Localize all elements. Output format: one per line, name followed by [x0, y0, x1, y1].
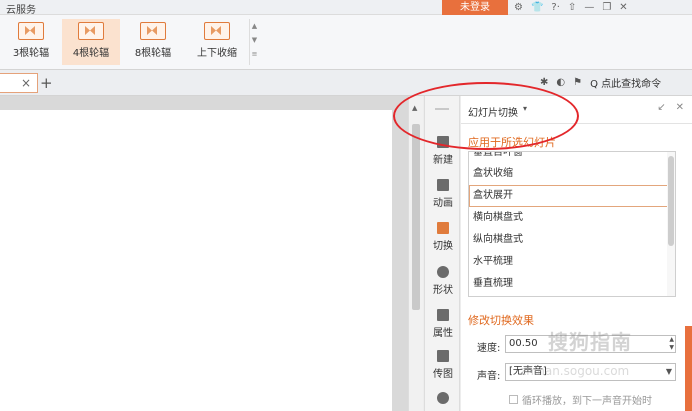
sidebar-item-label: 新建	[433, 155, 453, 166]
help-icon[interactable]: ?·	[551, 2, 560, 13]
window-controls: ⚙ 👕 ?· ⇧ — ❐ ✕	[514, 0, 628, 15]
shirt-icon[interactable]: 👕	[531, 2, 543, 13]
ribbon-gallery-scroll[interactable]: ▲ ▼ ≡	[249, 19, 259, 65]
document-tab[interactable]: ×	[0, 73, 38, 93]
sidebar-item-property[interactable]: 属性	[425, 305, 461, 347]
pane-expand-icon[interactable]: ↙	[657, 102, 665, 113]
scroll-up-icon[interactable]: ▲	[412, 104, 417, 112]
scrollbar-thumb[interactable]	[412, 124, 420, 310]
side-tab-handle[interactable]	[685, 326, 692, 411]
sidebar-item-transition[interactable]: 切换	[425, 218, 461, 260]
vertical-scrollbar[interactable]: ▲	[408, 96, 423, 411]
task-pane-sidebar: 新建 动画 切换 形状 属性 传图	[424, 96, 460, 411]
list-scrollbar[interactable]	[667, 152, 675, 296]
ribbon-item-label: 上下收缩	[197, 48, 237, 59]
list-item[interactable]: 垂直梳理	[469, 273, 675, 295]
sidebar-collapse-handle[interactable]	[435, 108, 449, 110]
watermark: 搜狗指南	[548, 330, 632, 354]
cloud-service-menu[interactable]: 云服务	[6, 1, 36, 16]
list-item[interactable]: 纵向棋盘式	[469, 229, 675, 251]
ribbon-item-label: 3根轮辐	[12, 48, 50, 59]
sidebar-item-upload-image[interactable]: 传图	[425, 346, 461, 388]
loop-checkbox[interactable]	[509, 395, 518, 404]
pane-header: 幻灯片切换 ▾ ↙ ✕	[461, 96, 692, 124]
speed-label: 速度:	[477, 343, 501, 354]
new-icon	[437, 136, 449, 148]
sidebar-item-label: 动画	[433, 198, 453, 209]
sound-label: 声音:	[477, 371, 501, 382]
list-item[interactable]: 水平梳理	[469, 251, 675, 273]
sidebar-item-shape[interactable]: 形状	[425, 262, 461, 304]
command-search[interactable]: Q 点此查找命令	[590, 75, 661, 90]
login-button[interactable]: 未登录	[442, 0, 508, 15]
upload-icon[interactable]: ⇧	[568, 2, 576, 13]
wheel-4-icon	[78, 22, 104, 40]
ribbon-item-label: 4根轮辐	[72, 48, 110, 59]
sidebar-item-label: 形状	[433, 285, 453, 296]
pane-title-dropdown-icon[interactable]: ▾	[523, 104, 527, 113]
share-icon[interactable]: ◐	[556, 77, 565, 88]
sidebar-item-label: 属性	[433, 328, 453, 339]
apply-section-title: 应用于所选幻灯片	[468, 136, 556, 149]
modify-section-title: 修改切换效果	[468, 314, 534, 327]
stepper-arrows-icon[interactable]: ▲ ▼	[669, 336, 674, 352]
slide-canvas[interactable]	[0, 110, 392, 411]
new-tab-icon[interactable]: +	[40, 74, 53, 92]
wheel-3-icon	[18, 22, 44, 40]
upload-image-icon	[437, 350, 449, 362]
tool-icon[interactable]: ✱	[540, 77, 548, 88]
restore-icon[interactable]: ❐	[602, 2, 611, 13]
list-item-selected[interactable]: 盒状展开	[469, 185, 675, 207]
minimize-icon[interactable]: —	[584, 2, 594, 13]
animation-icon	[437, 179, 449, 191]
sidebar-item-new[interactable]: 新建	[425, 132, 461, 174]
skin-icon[interactable]: ⚙	[514, 2, 523, 13]
sidebar-item-label: 传图	[433, 369, 453, 380]
tab-strip-tools: ✱ ◐ ⚑ Q 点此查找命令	[540, 75, 661, 90]
transition-8-spokes[interactable]: 8根轮辐	[124, 19, 182, 65]
property-icon	[437, 309, 449, 321]
document-tab-strip: × + ✱ ◐ ⚑ Q 点此查找命令	[0, 70, 692, 96]
close-icon[interactable]: ✕	[619, 2, 627, 13]
pane-controls: ↙ ✕	[657, 102, 684, 113]
shape-icon	[437, 266, 449, 278]
list-item[interactable]: 盒状收缩	[469, 163, 675, 185]
flag-icon[interactable]: ⚑	[573, 77, 582, 88]
sidebar-item-label: 切换	[433, 241, 453, 252]
ribbon-item-label: 8根轮辐	[134, 48, 172, 59]
shrink-icon	[204, 22, 230, 40]
loop-option[interactable]: 循环播放，到下一声音开始时	[509, 392, 652, 407]
title-bar: 云服务 未登录 ⚙ 👕 ?· ⇧ — ❐ ✕	[0, 0, 692, 16]
close-tab-icon[interactable]: ×	[21, 76, 31, 90]
ribbon-toolbar: 3根轮辐 4根轮辐 8根轮辐 上下收缩 ▲ ▼ ≡	[0, 15, 692, 70]
speed-value: 00.50	[509, 338, 538, 349]
pane-close-icon[interactable]: ✕	[676, 102, 684, 113]
pin-icon	[437, 392, 449, 404]
transition-shrink-vertical[interactable]: 上下收缩	[188, 19, 246, 65]
list-item[interactable]: 横向棋盘式	[469, 207, 675, 229]
chevron-down-icon[interactable]: ▼	[666, 364, 672, 380]
watermark-url: zhinan.sogou.com	[520, 364, 630, 378]
list-scrollbar-thumb[interactable]	[668, 156, 674, 246]
sidebar-item-more[interactable]	[425, 388, 461, 411]
wheel-8-icon	[140, 22, 166, 40]
loop-label: 循环播放，到下一声音开始时	[522, 396, 652, 407]
transition-list[interactable]: 垂直百叶窗 盒状收缩 盒状展开 横向棋盘式 纵向棋盘式 水平梳理 垂直梳理	[468, 151, 676, 297]
slide-canvas-area	[0, 96, 408, 411]
transition-icon	[437, 222, 449, 234]
sidebar-item-animation[interactable]: 动画	[425, 175, 461, 217]
transition-3-spokes[interactable]: 3根轮辐	[2, 19, 60, 65]
pane-title[interactable]: 幻灯片切换	[468, 104, 518, 119]
transition-4-spokes[interactable]: 4根轮辐	[62, 19, 120, 65]
